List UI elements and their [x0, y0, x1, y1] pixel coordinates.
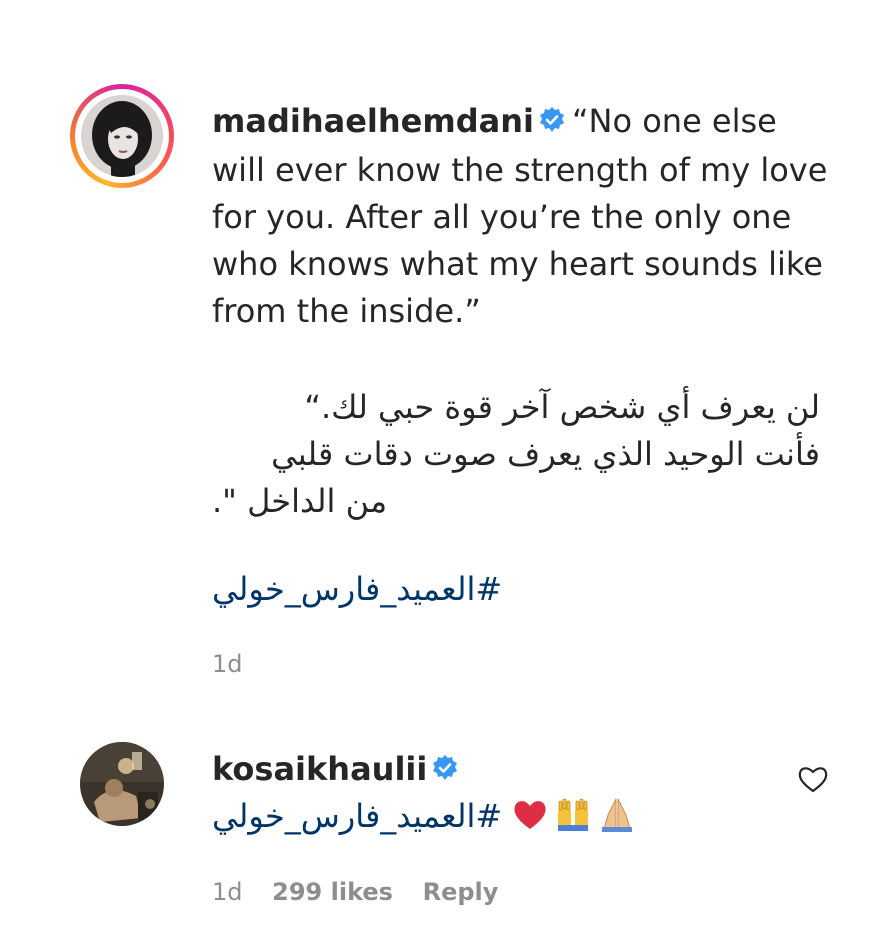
- hashtag-link[interactable]: #العميد_فارس_خولي: [212, 797, 502, 835]
- hashtag-link[interactable]: #العميد_فارس_خولي: [212, 566, 532, 613]
- comment-arabic-line-1: لن يعرف أي شخص آخر قوة حبي لك.“: [304, 388, 820, 426]
- story-ring[interactable]: [70, 84, 174, 188]
- reply-button[interactable]: Reply: [423, 878, 499, 906]
- comment-text: madihaelhemdani “No one else will ever kn…: [212, 98, 832, 335]
- folded-hands-icon: [602, 798, 633, 832]
- comment-arabic-line-2: فأنت الوحيد الذي يعرف صوت دقات قلبي: [271, 435, 820, 473]
- avatar[interactable]: [80, 742, 164, 826]
- comment-text: kosaikhaulii: [212, 746, 832, 795]
- red-heart-icon: [514, 801, 546, 829]
- comment-username[interactable]: kosaikhaulii: [212, 750, 427, 788]
- verified-badge-icon: [538, 100, 566, 147]
- comment-line-2: #العميد_فارس_خولي: [212, 793, 636, 846]
- comment-username[interactable]: madihaelhemdani: [212, 102, 534, 140]
- emoji-group: [512, 797, 636, 846]
- comment-meta: 1d 299 likes Reply: [212, 878, 520, 906]
- verified-badge-icon: [431, 748, 459, 795]
- comment-meta: 1d: [212, 650, 265, 678]
- like-heart-icon[interactable]: [796, 762, 830, 796]
- comment-arabic-line-3: من الداخل ".: [212, 482, 388, 520]
- raising-hands-icon: [558, 798, 589, 831]
- likes-count[interactable]: 299 likes: [272, 878, 393, 906]
- avatar[interactable]: [81, 95, 163, 177]
- comment-time[interactable]: 1d: [212, 878, 243, 906]
- comment-time[interactable]: 1d: [212, 650, 243, 678]
